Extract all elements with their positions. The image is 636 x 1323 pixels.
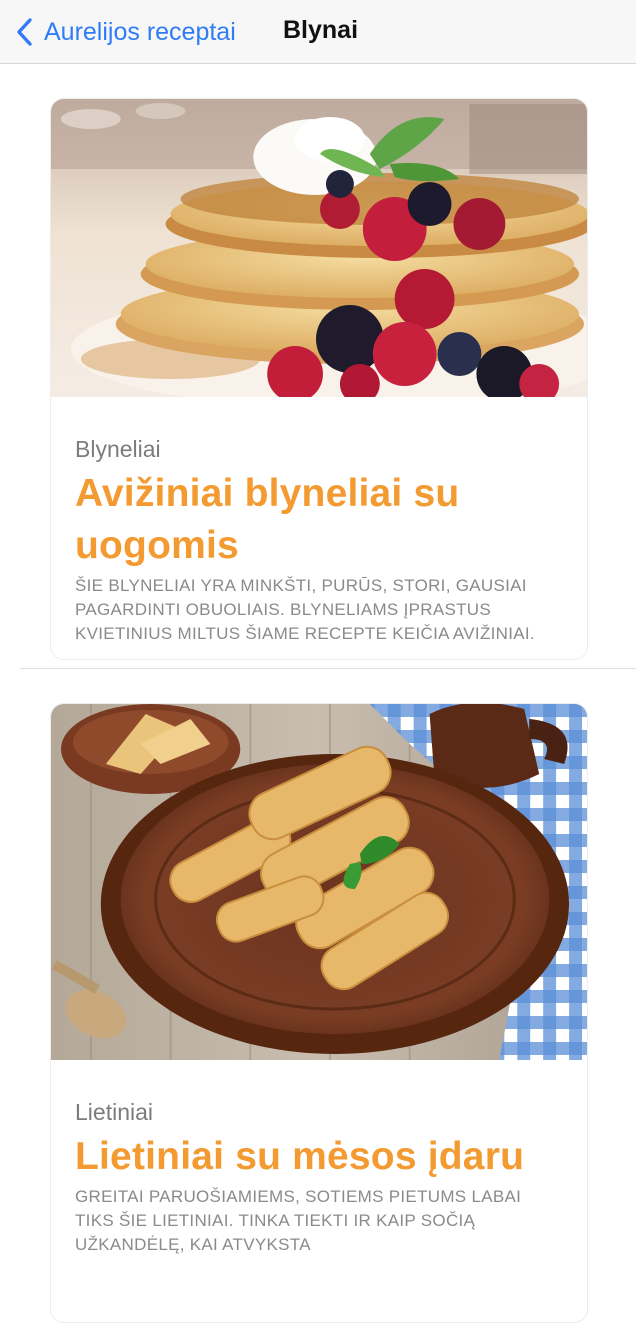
recipe-description: Šie blyneliai yra minkšti, purūs, stori,… xyxy=(75,576,535,643)
recipe-category: Blyneliai xyxy=(75,436,161,462)
crepes-on-plate-photo xyxy=(51,704,587,1060)
pancakes-with-berries-photo xyxy=(51,99,587,397)
chevron-left-icon xyxy=(17,18,32,46)
recipe-description: Greitai paruošiamiems, sotiems pietums l… xyxy=(75,1187,522,1254)
recipe-card[interactable]: Lietiniai Lietiniai su mėsos įdaru Greit… xyxy=(50,703,588,1323)
page-title: Blynai xyxy=(283,16,359,44)
recipe-title: Avižiniai blyneliai su uogomis xyxy=(75,472,460,567)
recipe-title: Lietiniai su mėsos įdaru xyxy=(75,1135,525,1178)
navigation-bar: Aurelijos receptai Blynai xyxy=(0,0,636,64)
section-divider xyxy=(20,668,636,669)
back-button-label: Aurelijos receptai xyxy=(44,17,236,46)
back-button[interactable]: Aurelijos receptai xyxy=(14,14,236,50)
recipe-card[interactable]: Blyneliai Avižiniai blyneliai su uogomis… xyxy=(50,98,588,660)
recipe-category: Lietiniai xyxy=(75,1099,153,1125)
